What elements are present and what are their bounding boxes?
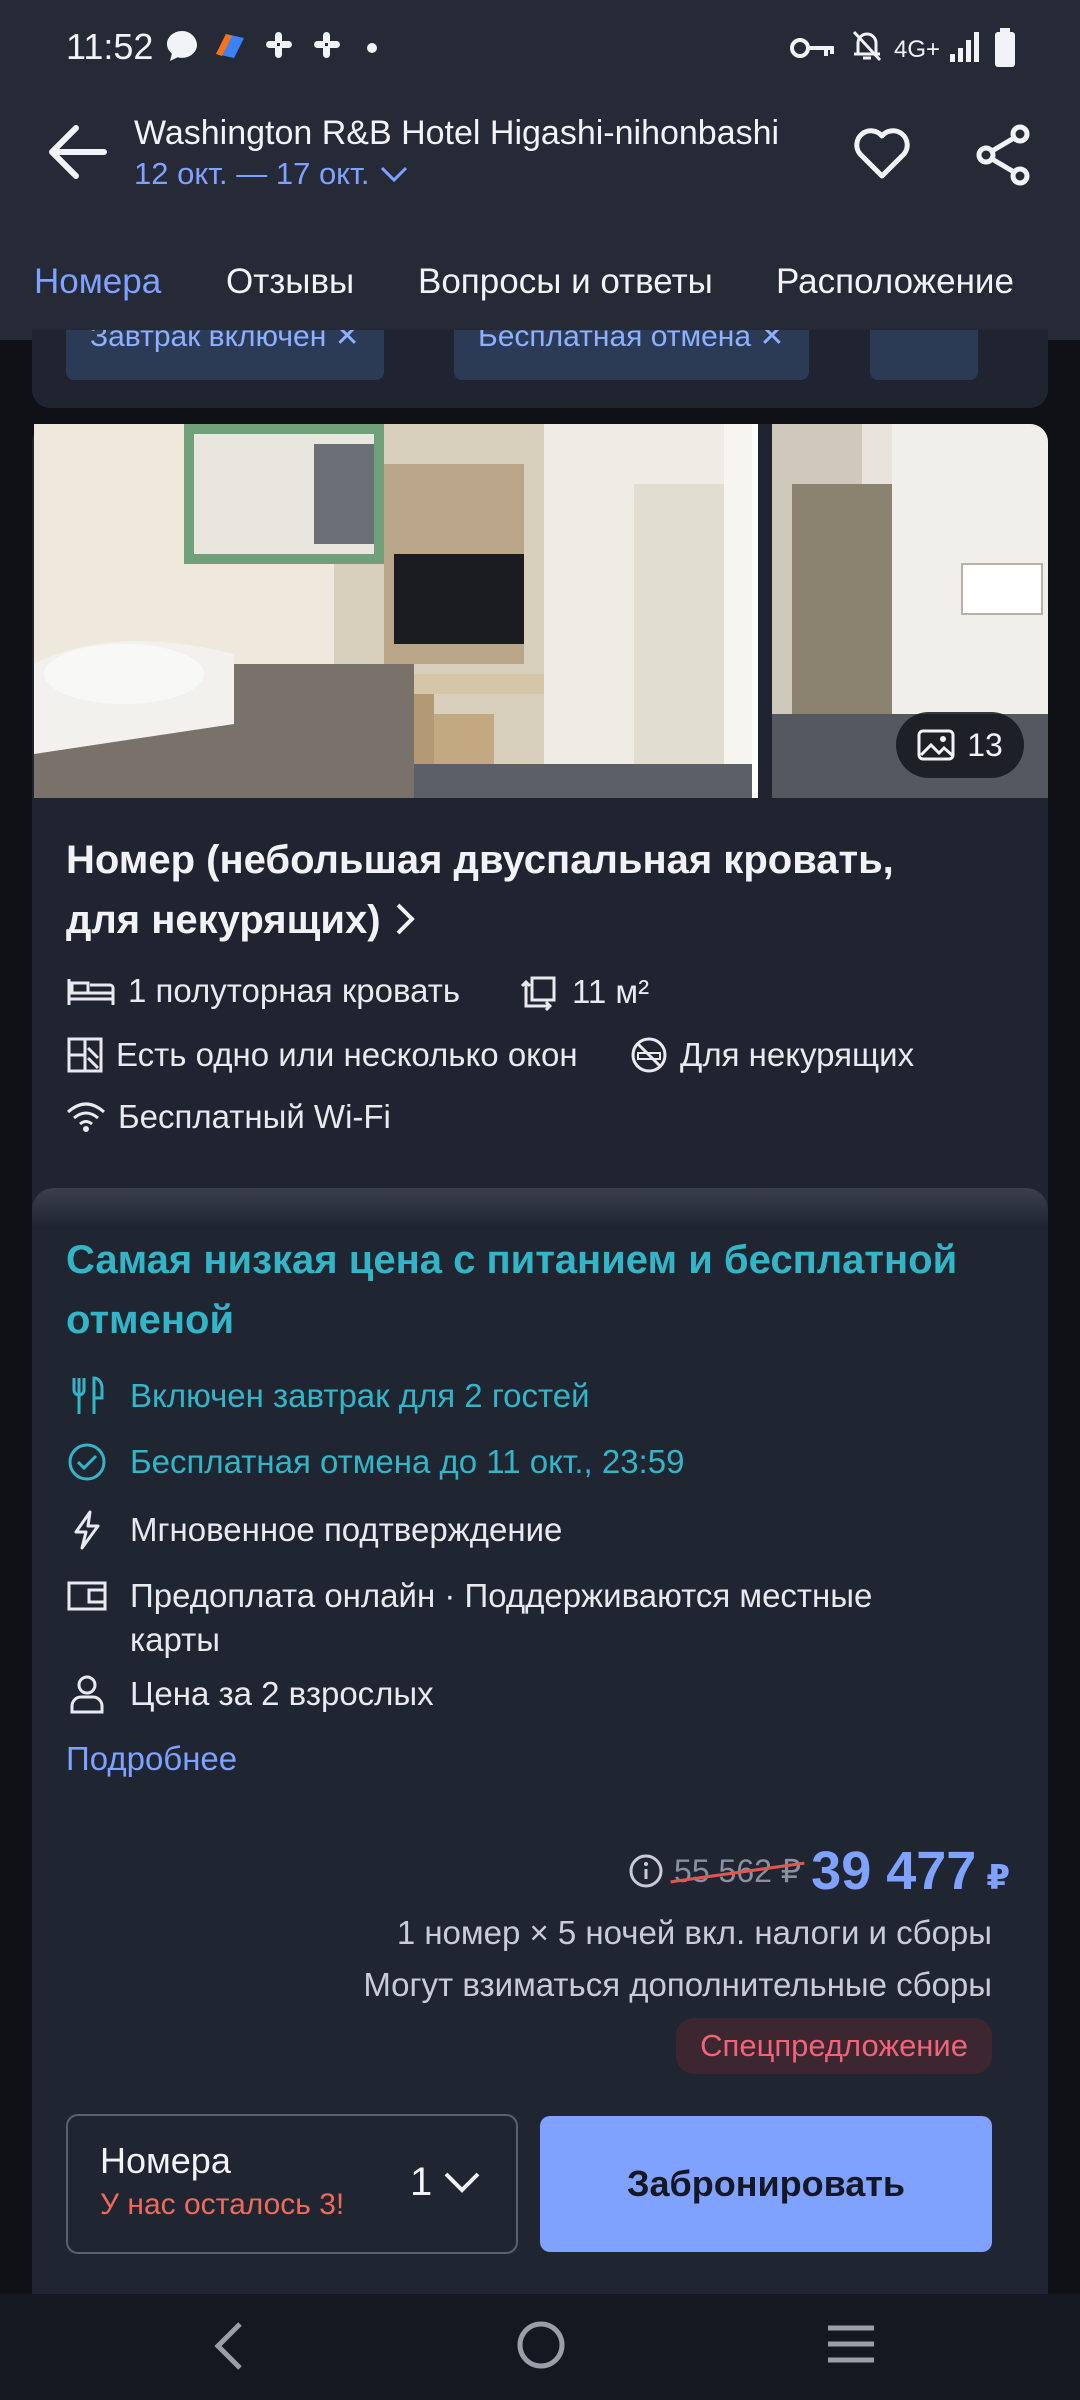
perk-prepay: Предоплата онлайн · Поддерживаются местн… [66,1574,966,1662]
feature-area-label: 11 м² [572,973,650,1010]
feature-bed: 1 полуторная кровать [66,972,460,1010]
slack-icon-2 [314,32,340,58]
room-title: Номер (небольшая двуспальная кровать, дл… [66,838,894,942]
rooms-select-label: Номера [100,2140,231,2181]
share-icon[interactable] [976,124,1032,186]
lightning-icon [74,1510,100,1550]
feature-area: 11 м² [520,972,649,1012]
rooms-count-value: 1 [410,2160,433,2204]
room-title-link[interactable]: Номер (небольшая двуспальная кровать, дл… [66,830,966,950]
special-offer-badge: Спецпредложение [676,2018,992,2074]
tab-location[interactable]: Расположение [776,262,1014,302]
more-details-link[interactable]: Подробнее [66,1740,237,1778]
perk-instant-label: Мгновенное подтверждение [130,1511,563,1548]
photo-count: 13 [967,726,1003,763]
feature-windows-label: Есть одно или несколько окон [116,1036,578,1073]
perk-free-cancel: Бесплатная отмена до 11 окт., 23:59 [66,1440,684,1484]
area-icon [520,976,556,1012]
price-note-fees: Могут взиматься дополнительные сборы [363,1966,992,2003]
feature-bed-label: 1 полуторная кровать [128,972,461,1009]
mute-bell-icon [852,30,882,62]
app-icon [216,34,244,58]
info-icon[interactable] [628,1853,664,1889]
photo-count-badge[interactable]: 13 [896,712,1024,778]
feature-windows: Есть одно или несколько окон [66,1036,578,1074]
tab-questions[interactable]: Вопросы и ответы [418,262,713,302]
perk-free-cancel-label: Бесплатная отмена до 11 окт., 23:59 [130,1443,685,1480]
rooms-left-warning: У нас осталось 3! [100,2188,345,2221]
date-range-selector[interactable]: 12 окт. — 17 окт. [134,156,409,192]
battery-icon [995,28,1015,67]
wifi-icon [67,1102,105,1132]
chevron-down-icon [381,166,408,183]
nav-back-icon[interactable] [210,2320,246,2372]
person-icon [70,1675,104,1714]
favorite-heart-icon[interactable] [852,124,912,184]
room-photo-main[interactable] [34,424,758,798]
feature-wifi-label: Бесплатный Wi-Fi [118,1098,391,1135]
slack-icon [266,32,292,58]
date-range-label: 12 окт. — 17 окт. [134,156,370,191]
wallet-icon [67,1581,107,1611]
perk-breakfast-label: Включен завтрак для 2 гостей [130,1377,590,1414]
price-row: 55 562 ₽ 39 477 ₽ [628,1840,1010,1902]
perk-guests-label: Цена за 2 взрослых [130,1675,434,1712]
restaurant-icon [72,1376,104,1414]
filter-bar: Завтрак включен ✕ Бесплатная отмена ✕ [32,330,1048,408]
perk-breakfast: Включен завтрак для 2 гостей [66,1374,590,1418]
back-arrow-icon[interactable] [46,122,110,182]
bed-icon [67,979,115,1005]
price-currency: ₽ [986,1859,1010,1897]
check-circle-icon [68,1443,106,1481]
chat-icon [167,31,197,61]
hotel-name: Washington R&B Hotel Higashi-nihonbashi [134,114,780,152]
filter-chip-breakfast[interactable]: Завтрак включен ✕ [66,330,384,380]
perk-instant: Мгновенное подтверждение [66,1508,562,1552]
perk-prepay-label: Предоплата онлайн · Поддерживаются местн… [130,1577,873,1658]
chevron-down-icon [444,2172,480,2193]
network-type: 4G+ [894,36,941,63]
status-time: 11:52 [66,26,154,67]
dot-icon [367,43,377,53]
nav-home-icon[interactable] [514,2318,568,2372]
filter-chip-free-cancel[interactable]: Бесплатная отмена ✕ [454,330,809,380]
old-price: 55 562 ₽ [674,1853,802,1889]
no-smoking-icon [631,1037,667,1073]
chevron-right-icon [396,903,415,935]
perk-guests: Цена за 2 взрослых [66,1672,434,1716]
offer-title: Самая низкая цена с питанием и бесплатно… [66,1238,958,1342]
filter-chip-more[interactable] [870,330,978,380]
price-note-nights: 1 номер × 5 ночей вкл. налоги и сборы [396,1914,992,1951]
offer-panel-top-shade [32,1188,1048,1228]
image-icon [917,729,955,761]
signal-icon [950,32,979,62]
feature-smoking-label: Для некурящих [680,1036,915,1073]
vpn-key-icon [790,38,834,58]
feature-smoking: Для некурящих [630,1036,914,1074]
nav-recents-icon[interactable] [826,2322,876,2366]
feature-wifi: Бесплатный Wi-Fi [66,1098,391,1136]
book-button[interactable]: Забронировать [540,2116,992,2252]
window-icon [67,1037,103,1073]
current-price: 39 477 [811,1841,977,1901]
tab-rooms[interactable]: Номера [34,262,161,302]
tab-reviews[interactable]: Отзывы [226,262,354,302]
